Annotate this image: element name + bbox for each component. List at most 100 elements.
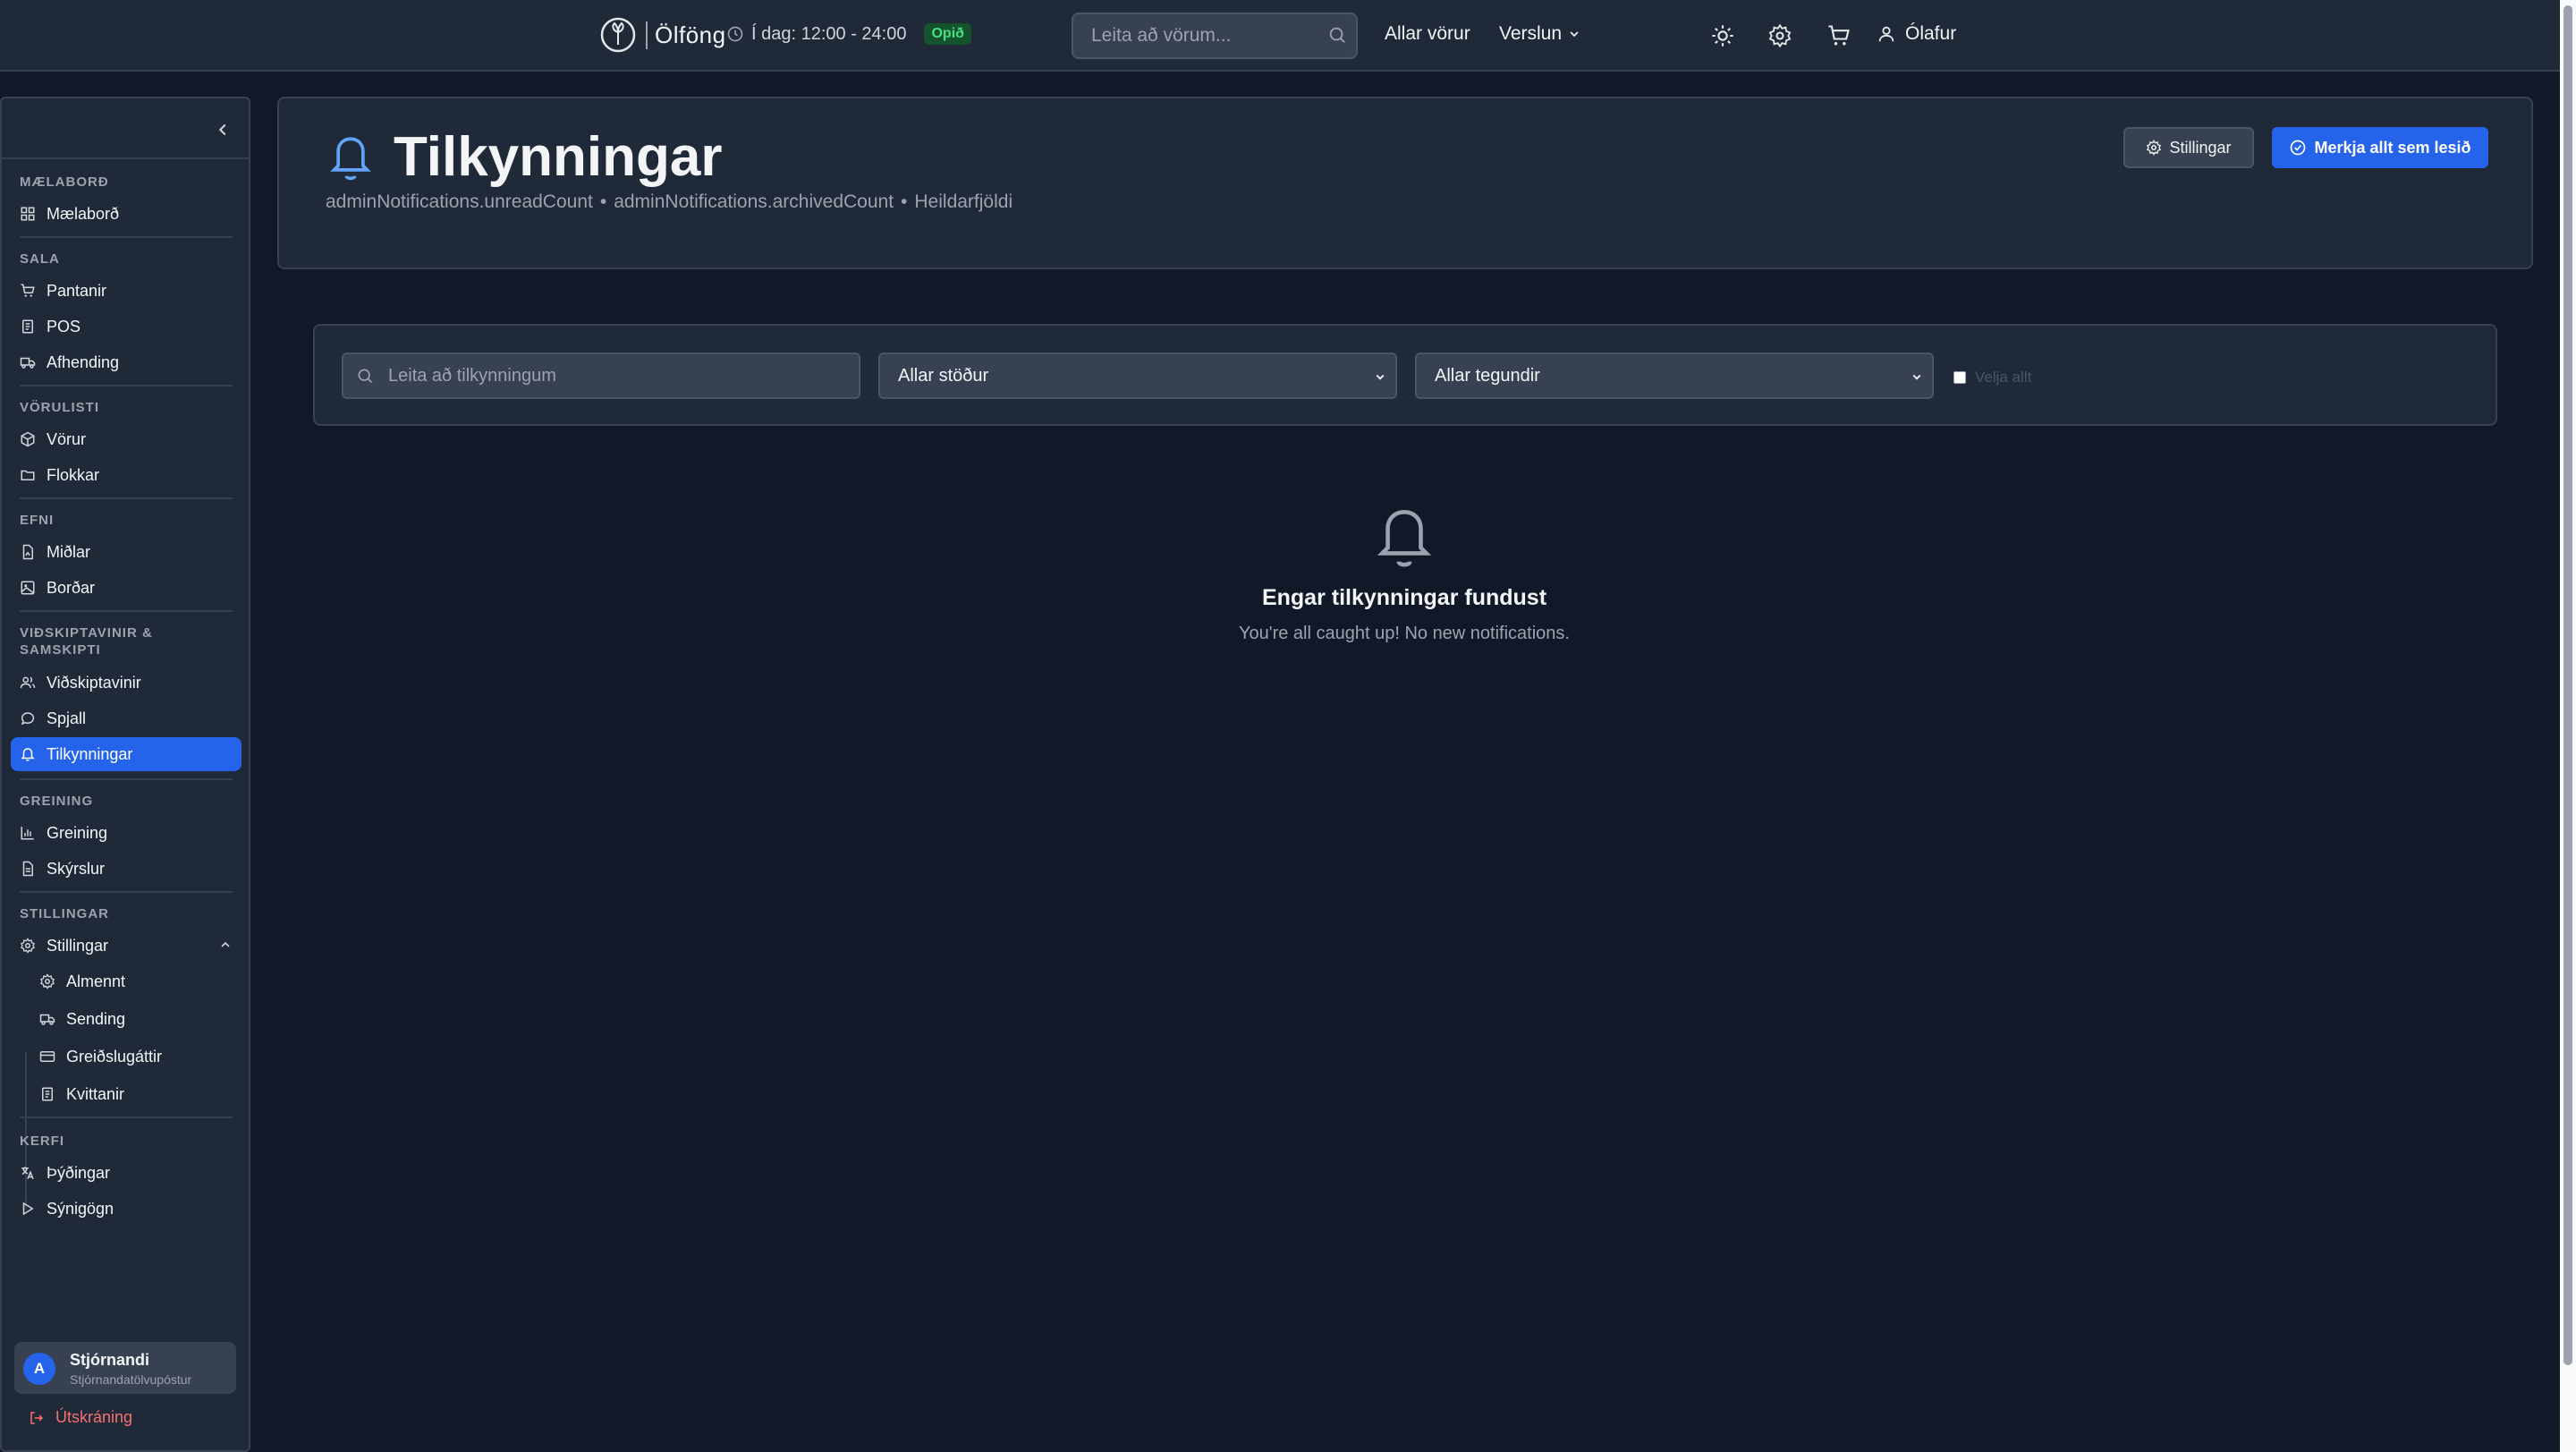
sidebar-item-banners[interactable]: Borðar xyxy=(11,571,242,605)
notification-search[interactable] xyxy=(342,352,860,399)
sidebar-item-delivery[interactable]: Afhending xyxy=(11,345,242,379)
sidebar-item-label: Vörur xyxy=(47,429,87,448)
page-scrollbar[interactable] xyxy=(2560,0,2576,1452)
mark-all-read-label: Merkja allt sem lesið xyxy=(2314,138,2471,157)
scrollbar-thumb[interactable] xyxy=(2563,5,2572,1365)
brand-name: Ölföng xyxy=(646,21,726,49)
group-label-content: EFNI xyxy=(20,513,55,528)
sidebar-item-label: Pantanir xyxy=(47,281,107,300)
nav-store-label: Verslun xyxy=(1499,23,1563,44)
collapse-sidebar-icon[interactable] xyxy=(213,120,233,140)
sidebar-item-notifications[interactable]: Tilkynningar xyxy=(11,737,242,771)
select-all-checkbox[interactable] xyxy=(1953,371,1966,384)
user-name: Ólafur xyxy=(1905,23,1957,44)
sidebar-item-media[interactable]: Miðlar xyxy=(11,535,242,569)
sidebar-item-translations[interactable]: Þýðingar xyxy=(11,1156,242,1190)
type-filter-select[interactable]: Allar tegundir xyxy=(1415,352,1934,399)
search-icon[interactable] xyxy=(1327,25,1347,45)
avatar: A xyxy=(23,1353,55,1385)
settings-button[interactable]: Stillingar xyxy=(2123,127,2254,168)
chevron-down-icon xyxy=(1570,31,1579,38)
sidebar-item-categories[interactable]: Flokkar xyxy=(11,458,242,492)
image-icon xyxy=(21,581,35,595)
credit-card-icon xyxy=(39,1051,55,1062)
chevron-down-icon xyxy=(1912,374,1921,380)
filter-bar: Allar stöður Allar tegundir Velja allt xyxy=(313,324,2497,426)
admin-sidebar: MÆLABORÐ Mælaborð SALA Pantanir POS Afhe… xyxy=(0,97,250,1452)
sidebar-item-label: Kvittanir xyxy=(66,1084,125,1103)
receipt-icon xyxy=(42,1087,53,1101)
gear-icon xyxy=(2147,140,2162,156)
bell-icon xyxy=(21,748,35,761)
sidebar-user-email: Stjórnandatölvupóstur xyxy=(70,1372,192,1387)
group-label-sales: SALA xyxy=(20,251,60,267)
logout-button[interactable]: Útskráning xyxy=(29,1408,132,1427)
sidebar-divider xyxy=(20,385,233,386)
clock-icon xyxy=(727,26,743,42)
sidebar-item-reports[interactable]: Skýrslur xyxy=(11,852,242,886)
sidebar-item-payment-methods[interactable]: Greiðslugáttir xyxy=(30,1040,242,1074)
sidebar-item-settings[interactable]: Stillingar xyxy=(11,929,242,963)
nav-store-dropdown[interactable]: Verslun xyxy=(1499,23,1581,45)
sidebar-item-label: Skýrslur xyxy=(47,859,106,878)
archived-count: adminNotifications.archivedCount xyxy=(614,191,894,212)
sidebar-divider xyxy=(20,778,233,780)
logout-label: Útskráning xyxy=(55,1408,133,1426)
chevron-up-icon[interactable] xyxy=(218,938,233,952)
bell-icon xyxy=(1377,509,1432,567)
sidebar-item-general[interactable]: Almennt xyxy=(30,964,242,998)
file-icon xyxy=(22,544,33,560)
select-all-control[interactable]: Velja allt xyxy=(1953,369,2031,386)
sidebar-user-card[interactable]: A Stjórnandi Stjórnandatölvupóstur xyxy=(14,1342,236,1394)
sidebar-item-label: Almennt xyxy=(66,972,126,990)
translate-icon xyxy=(21,1167,34,1180)
receipt-icon xyxy=(22,319,33,334)
product-search[interactable] xyxy=(1072,13,1358,59)
user-menu[interactable]: Ólafur xyxy=(1877,23,1956,45)
sidebar-item-chat[interactable]: Spjall xyxy=(11,701,242,735)
empty-state-message: You're all caught up! No new notificatio… xyxy=(1239,624,1570,643)
chevron-down-icon xyxy=(1376,374,1385,380)
sidebar-item-pos[interactable]: POS xyxy=(11,310,242,344)
nav-all-products-label: Allar vörur xyxy=(1385,23,1470,44)
select-all-label: Velja allt xyxy=(1975,369,2032,386)
sidebar-item-customers[interactable]: Viðskiptavinir xyxy=(11,666,242,700)
sidebar-item-orders[interactable]: Pantanir xyxy=(11,274,242,308)
mark-all-read-button[interactable]: Merkja allt sem lesið xyxy=(2272,127,2488,168)
hours-text: Í dag: 12:00 - 24:00 xyxy=(751,23,907,44)
sidebar-item-products[interactable]: Vörur xyxy=(11,422,242,456)
chat-bubble-icon xyxy=(21,712,35,726)
top-navigation-bar: Ölföng Í dag: 12:00 - 24:00 Opið Allar v… xyxy=(0,0,2560,72)
sidebar-divider xyxy=(20,891,233,893)
status-filter-select[interactable]: Allar stöður xyxy=(878,352,1397,399)
sidebar-item-label: Mælaborð xyxy=(47,204,120,223)
sidebar-item-shipping[interactable]: Sending xyxy=(30,1002,242,1036)
sun-icon[interactable] xyxy=(1710,23,1735,48)
sidebar-item-analytics[interactable]: Greining xyxy=(11,816,242,850)
group-label-catalog: VÖRULISTI xyxy=(20,400,100,415)
check-circle-icon xyxy=(2291,140,2306,156)
package-icon xyxy=(21,431,35,447)
sidebar-divider xyxy=(20,497,233,499)
cart-icon[interactable] xyxy=(1826,23,1852,48)
grid-icon xyxy=(21,207,35,221)
gear-icon[interactable] xyxy=(1767,23,1792,48)
truck-icon xyxy=(20,357,36,369)
brand-logo[interactable]: Ölföng xyxy=(599,16,726,54)
sidebar-item-label: Afhending xyxy=(47,352,120,371)
sidebar-item-label: Þýðingar xyxy=(47,1163,111,1182)
subtitle-separator: • xyxy=(599,191,607,212)
users-icon xyxy=(20,676,36,689)
notification-search-input[interactable] xyxy=(343,354,859,397)
sidebar-item-label: Viðskiptavinir xyxy=(47,673,141,692)
sidebar-item-dashboard[interactable]: Mælaborð xyxy=(11,197,242,231)
group-label-system: KERFI xyxy=(20,1134,64,1149)
sidebar-item-demo-data[interactable]: Sýnigögn xyxy=(11,1192,242,1226)
logo-mark-icon xyxy=(600,17,636,53)
product-search-input[interactable] xyxy=(1073,14,1356,57)
bell-icon xyxy=(330,136,371,180)
nav-all-products[interactable]: Allar vörur xyxy=(1385,23,1470,45)
sidebar-item-receipts[interactable]: Kvittanir xyxy=(30,1077,242,1111)
sidebar-item-label: Sýnigögn xyxy=(47,1199,114,1218)
group-label-analytics: GREINING xyxy=(20,794,94,809)
